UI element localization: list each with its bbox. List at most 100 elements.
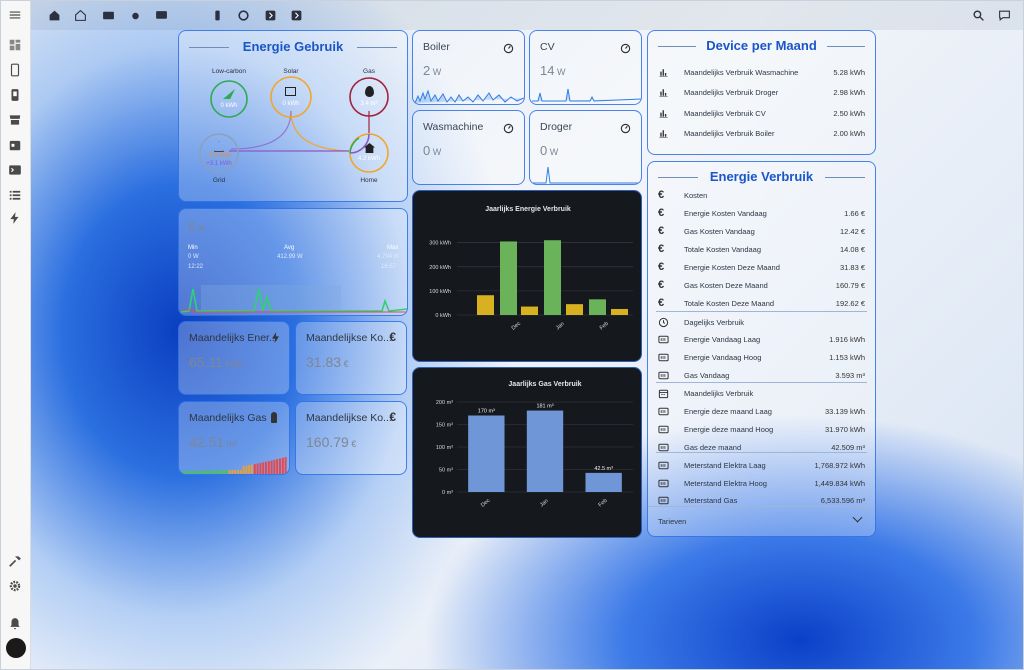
y-tick-label: 300 kWh: [429, 241, 451, 247]
usage-row[interactable]: Meterstand Elektra Hoog 1,449.834 kWh: [658, 474, 865, 492]
usage-row[interactable]: € Totale Kosten Deze Maand 192.62 €: [658, 294, 865, 312]
device-row-value: 5.28 kWh: [833, 67, 865, 77]
device-row[interactable]: Maandelijks Verbruik Droger 2.98 kWh: [658, 84, 865, 102]
card-title: Device per Maand: [706, 38, 817, 53]
lightning-icon[interactable]: [7, 210, 23, 226]
search-icon[interactable]: [971, 8, 985, 22]
usage-row-value: 31.970 kWh: [824, 424, 865, 434]
cv-sensor-card[interactable]: CV 14 W: [529, 30, 642, 105]
device-row-value: 2.00 kWh: [833, 129, 865, 138]
calendar-icon[interactable]: [7, 137, 23, 153]
bar: [468, 415, 505, 492]
clock-icon: [658, 315, 676, 329]
usage-row-label: Gas Vandaag: [684, 370, 730, 380]
calendar-icon: [658, 386, 676, 400]
yearly-gas-chart: Jaarlijks Gas Verbruik 0 m³ 50 m³ 100 m³ 150…: [436, 381, 633, 509]
gas-level-bar: [231, 470, 234, 474]
bar-chart-icon: [658, 127, 676, 141]
tv-icon[interactable]: [154, 8, 168, 22]
usage-row[interactable]: € Energie Kosten Vandaag 1.66 €: [658, 204, 865, 222]
divider: [656, 452, 867, 453]
tile-value: 31.83 €: [306, 354, 349, 370]
chevron-down-icon[interactable]: [852, 512, 863, 523]
appliance-icon[interactable]: [101, 8, 115, 22]
house-outline-icon[interactable]: [73, 8, 87, 22]
meter-icon: [658, 404, 676, 418]
usage-row[interactable]: Energie Vandaag Hoog 1.153 kWh: [658, 348, 865, 366]
usage-row[interactable]: Energie deze maand Laag 33.139 kWh: [658, 402, 865, 420]
gas-level-bar: [239, 469, 242, 474]
solar-panel-icon: [285, 87, 296, 96]
gas-level-bar: [209, 470, 211, 474]
usage-row[interactable]: Energie deze maand Hoog 31.970 kWh: [658, 420, 865, 438]
store-icon[interactable]: [7, 112, 23, 128]
gas-level-bar: [273, 459, 276, 474]
gas-level-bar: [183, 470, 186, 474]
bell-icon[interactable]: [7, 616, 23, 632]
grid-out-value: +3.1 kWh: [206, 161, 232, 167]
gas-gradient-bars: [181, 457, 287, 474]
dryer-icon[interactable]: [236, 8, 250, 22]
power-graph-card[interactable]: 6 W Min 0 W 12:22 Avg 412.99 W Max 4,794…: [178, 208, 408, 316]
yearly-energy-chart-card: Jaarlijks Energie Verbruik 0 kWh 100 kWh 20…: [412, 190, 642, 362]
gas-label: Gas: [363, 68, 375, 75]
avatar[interactable]: [6, 638, 26, 658]
meter-icon: [658, 368, 676, 382]
gas-level-bar: [192, 470, 195, 474]
dashboard-icon[interactable]: [7, 37, 23, 53]
bar: [500, 241, 517, 315]
device-row[interactable]: Maandelijks Verbruik CV 2.50 kWh: [658, 104, 865, 122]
tablet-icon[interactable]: [7, 62, 23, 78]
device-row[interactable]: Maandelijks Verbruik Wasmachine 5.28 kWh: [658, 63, 865, 81]
hammer-icon[interactable]: [7, 553, 23, 569]
energy-distribution-card: Energie Gebruik Low-carbon 0 kWh Solar 0…: [178, 30, 408, 202]
phone-icon[interactable]: [7, 87, 23, 103]
bar: [566, 304, 583, 315]
battery-icon[interactable]: [210, 8, 224, 22]
gas-level-bar: [220, 470, 223, 474]
tariffs-expander-label[interactable]: Tarieven: [658, 517, 686, 526]
gas-level-bar: [279, 458, 281, 474]
boiler-sensor-card[interactable]: Boiler 2 W: [412, 30, 525, 105]
usage-row[interactable]: € Gas Kosten Deze Maand 160.79 €: [658, 276, 865, 294]
energy-usage-card: Energie Verbruik € Kosten € Energie Kosten …: [647, 161, 876, 537]
data-label: 181 m³: [536, 404, 553, 410]
monthly-gas-tile[interactable]: Maandelijks Gas 42.51 m³: [178, 401, 290, 475]
menu-icon[interactable]: [7, 7, 23, 23]
device-row[interactable]: Maandelijks Verbruik Boiler 2.00 kWh: [658, 125, 865, 143]
usage-row[interactable]: € Totale Kosten Vandaag 14.08 €: [658, 240, 865, 258]
tile-value: 65.11 kWh: [189, 354, 244, 370]
settings-icon[interactable]: [7, 578, 23, 594]
monthly-cost-tile[interactable]: Maandelijkse Ko... € 31.83 €: [295, 321, 407, 395]
device-row-value: 2.98 kWh: [833, 88, 865, 97]
meter-icon: [658, 493, 676, 507]
tile-name: Maandelijks Ener...: [189, 332, 278, 344]
euro-icon: €: [658, 279, 665, 291]
usage-row-label: Energie Kosten Vandaag: [684, 208, 767, 218]
usage-row[interactable]: Gas deze maand 42.509 m³: [658, 438, 865, 456]
usage-row-label: Energie Vandaag Hoog: [684, 352, 762, 362]
gas-level-bar: [189, 470, 192, 474]
euro-icon: €: [389, 330, 396, 344]
usage-row[interactable]: Meterstand Elektra Laag 1,768.972 kWh: [658, 456, 865, 474]
usage-row[interactable]: Energie Vandaag Laag 1.916 kWh: [658, 330, 865, 348]
usage-row[interactable]: € Gas Kosten Vandaag 12.42 €: [658, 222, 865, 240]
gas-level-bar: [270, 460, 273, 474]
bar-chart-icon: [658, 86, 676, 100]
usage-row[interactable]: € Energie Kosten Deze Maand 31.83 €: [658, 258, 865, 276]
bar: [585, 472, 622, 492]
wasmachine-sensor-card[interactable]: Wasmachine 0 W: [412, 110, 525, 185]
usage-row-value: 1.153 kWh: [829, 352, 865, 362]
bar-chart-icon: [658, 65, 676, 79]
washer-icon[interactable]: [128, 8, 142, 22]
list-icon[interactable]: [7, 187, 23, 203]
terminal-icon[interactable]: [7, 162, 23, 178]
droger-sensor-card[interactable]: Droger 0 W: [529, 110, 642, 185]
arrow-right-icon-2[interactable]: [289, 8, 303, 22]
power-sparkline: [180, 285, 407, 313]
monthly-energy-tile[interactable]: Maandelijks Ener... 65.11 kWh: [178, 321, 290, 395]
arrow-right-icon[interactable]: [263, 8, 277, 22]
home-icon[interactable]: [47, 8, 61, 22]
assist-icon[interactable]: [997, 8, 1011, 22]
monthly-gas-cost-tile[interactable]: Maandelijkse Ko... € 160.79 €: [295, 401, 407, 475]
